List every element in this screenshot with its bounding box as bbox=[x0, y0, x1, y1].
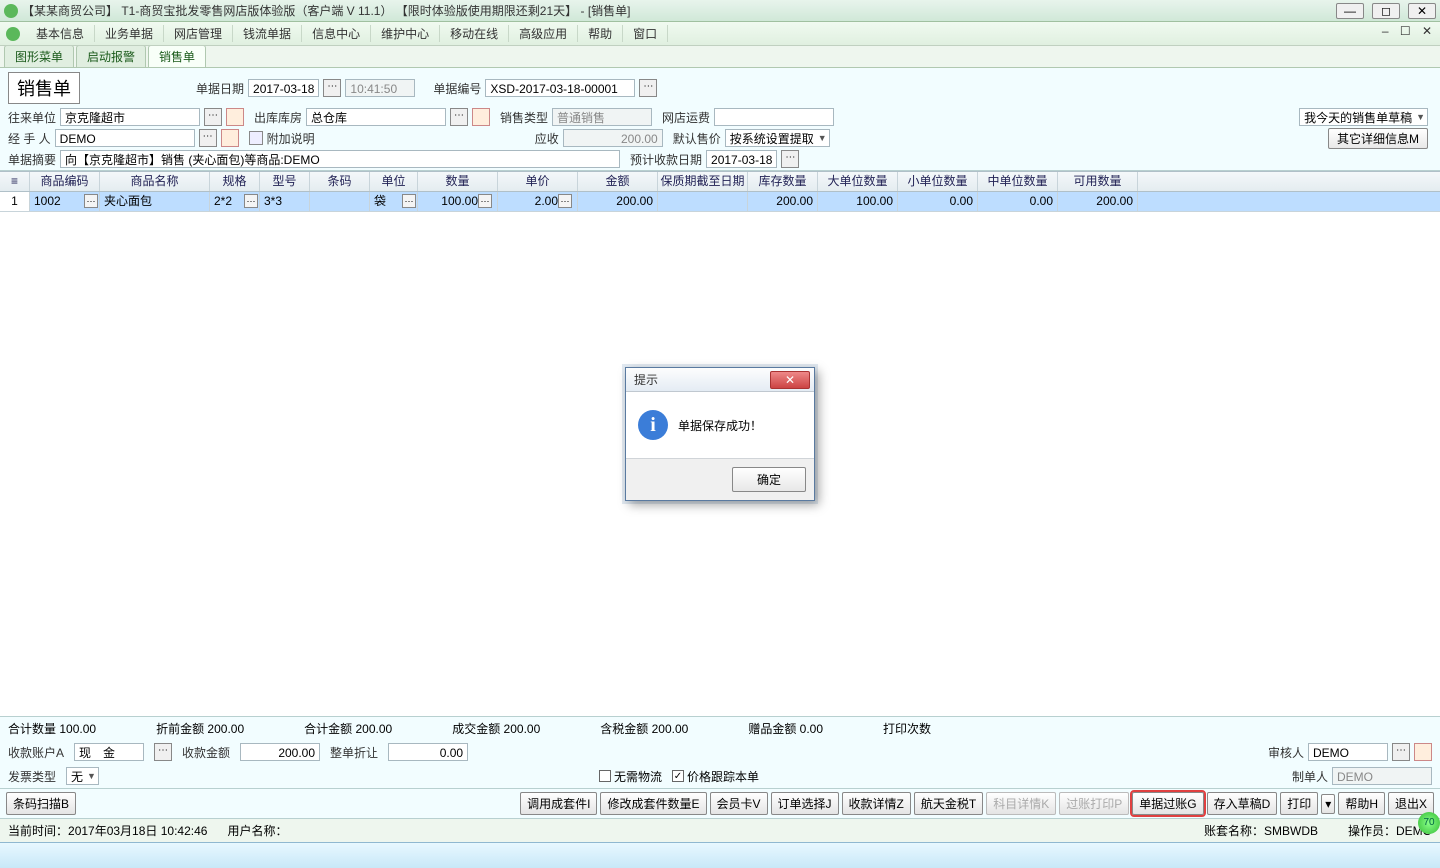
dialog-title: 提示 bbox=[634, 371, 770, 388]
dialog-message: 单据保存成功！ bbox=[678, 417, 762, 434]
modal-overlay: 提示 ✕ i 单据保存成功！ 确定 bbox=[0, 0, 1440, 868]
dialog-close-button[interactable]: ✕ bbox=[770, 371, 810, 389]
save-success-dialog: 提示 ✕ i 单据保存成功！ 确定 bbox=[625, 367, 815, 501]
dialog-ok-button[interactable]: 确定 bbox=[732, 467, 806, 492]
info-icon: i bbox=[638, 410, 668, 440]
dialog-titlebar[interactable]: 提示 ✕ bbox=[626, 368, 814, 392]
